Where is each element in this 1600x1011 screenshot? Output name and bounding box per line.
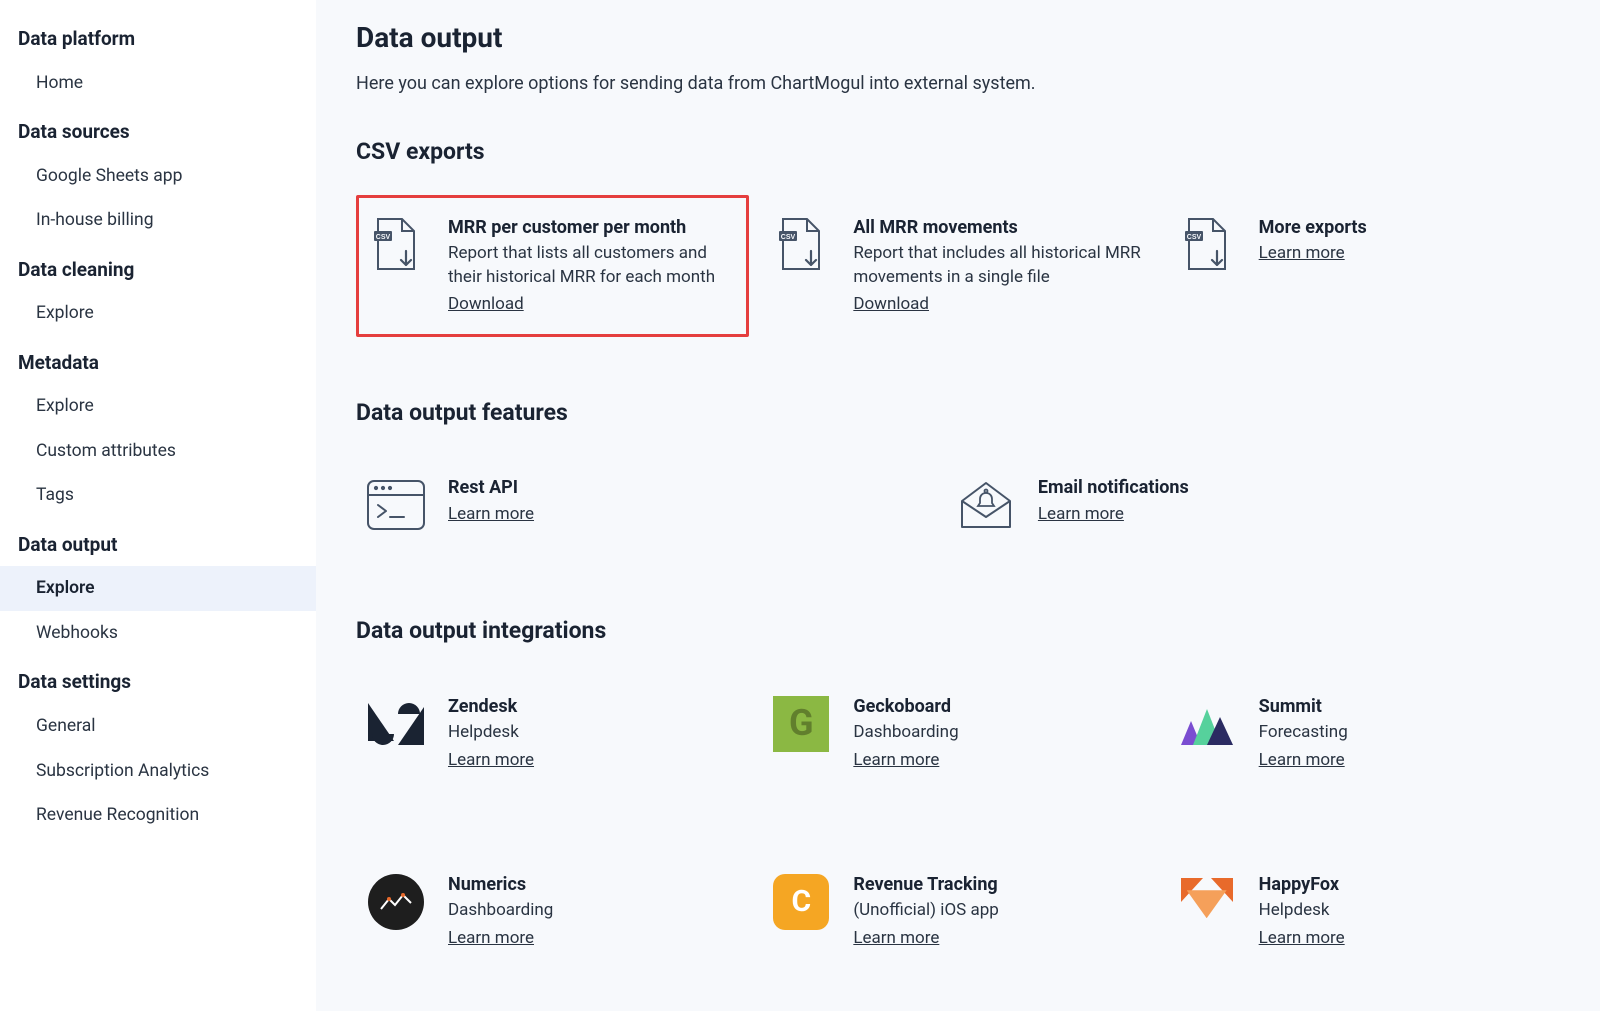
- svg-text:CSV: CSV: [781, 234, 796, 241]
- sidebar-item-revenue-recognition[interactable]: Revenue Recognition: [0, 793, 316, 838]
- card-zendesk: ZendeskHelpdesk Learn more: [356, 674, 749, 793]
- card-email-notifications: Email notifications Learn more: [946, 455, 1524, 555]
- sidebar-group-title: Data cleaning: [0, 257, 316, 292]
- zendesk-icon: [368, 703, 424, 745]
- learn-more-link[interactable]: Learn more: [1259, 927, 1345, 951]
- learn-more-link[interactable]: Learn more: [853, 927, 939, 951]
- sidebar-item-google-sheets-app[interactable]: Google Sheets app: [0, 154, 316, 199]
- svg-text:CSV: CSV: [376, 234, 391, 241]
- learn-more-link[interactable]: Learn more: [448, 503, 534, 527]
- page-title: Data output: [356, 18, 1560, 57]
- sidebar-item-subscription-analytics[interactable]: Subscription Analytics: [0, 749, 316, 794]
- sidebar-item-in-house-billing[interactable]: In-house billing: [0, 198, 316, 243]
- card-title: Revenue Tracking: [853, 872, 1144, 897]
- page-description: Here you can explore options for sending…: [356, 71, 1560, 96]
- download-link[interactable]: Download: [853, 293, 929, 317]
- card-description: Helpdesk: [448, 721, 739, 745]
- card-happyfox: HappyFoxHelpdesk Learn more: [1167, 852, 1560, 971]
- integrations-title: Data output integrations: [356, 615, 1560, 647]
- card-title: Email notifications: [1038, 475, 1514, 500]
- email-bell-icon: [956, 475, 1016, 535]
- integrations-row-2: NumericsDashboarding Learn more C Revenue T…: [356, 852, 1560, 971]
- terminal-icon: [366, 479, 426, 531]
- sidebar-group-title: Metadata: [0, 350, 316, 385]
- card-revenue-tracking: C Revenue Tracking(Unofficial) iOS app Lea…: [761, 852, 1154, 971]
- sidebar-item-general[interactable]: General: [0, 704, 316, 749]
- sidebar-item-explore[interactable]: Explore: [0, 566, 316, 611]
- card-title: Summit: [1259, 694, 1550, 719]
- card-description: Dashboarding: [448, 899, 739, 923]
- numerics-icon: [368, 874, 424, 930]
- sidebar-item-custom-attributes[interactable]: Custom attributes: [0, 429, 316, 474]
- card-mrr-per-customer-per-month: CSV MRR per customer per monthReport tha…: [356, 195, 749, 338]
- card-description: (Unofficial) iOS app: [853, 899, 1144, 923]
- card-geckoboard: G GeckoboardDashboarding Learn more: [761, 674, 1154, 793]
- learn-more-link[interactable]: Learn more: [1038, 503, 1124, 527]
- csv-exports-row: CSV MRR per customer per monthReport tha…: [356, 195, 1560, 338]
- sidebar-item-explore[interactable]: Explore: [0, 384, 316, 429]
- card-all-mrr-movements: CSV All MRR movementsReport that include…: [761, 195, 1154, 338]
- card-summit: SummitForecasting Learn more: [1167, 674, 1560, 793]
- card-title: MRR per customer per month: [448, 215, 739, 240]
- card-title: HappyFox: [1259, 872, 1550, 897]
- sidebar-item-tags[interactable]: Tags: [0, 473, 316, 518]
- features-title: Data output features: [356, 397, 1560, 429]
- csv-file-icon: CSV: [777, 217, 825, 273]
- sidebar-group-title: Data platform: [0, 26, 316, 61]
- download-link[interactable]: Download: [448, 293, 524, 317]
- sidebar-group-title: Data output: [0, 532, 316, 567]
- happyfox-icon: [1179, 878, 1235, 926]
- integrations-row-1: ZendeskHelpdesk Learn more G GeckoboardDash…: [356, 674, 1560, 793]
- geckoboard-icon: G: [773, 696, 829, 752]
- csv-file-icon: CSV: [1183, 217, 1231, 273]
- sidebar-group-title: Data settings: [0, 669, 316, 704]
- card-title: Numerics: [448, 872, 739, 897]
- csv-exports-title: CSV exports: [356, 136, 1560, 168]
- learn-more-link[interactable]: Learn more: [1259, 242, 1345, 266]
- card-description: Report that lists all customers and thei…: [448, 242, 739, 290]
- card-description: Report that includes all historical MRR …: [853, 242, 1144, 290]
- learn-more-link[interactable]: Learn more: [853, 749, 939, 773]
- card-more-exports: CSV More exportsLearn more: [1167, 195, 1560, 338]
- card-description: Dashboarding: [853, 721, 1144, 745]
- csv-file-icon: CSV: [372, 217, 420, 273]
- card-description: Helpdesk: [1259, 899, 1550, 923]
- features-row: Rest API Learn more Email notifications Le…: [356, 455, 1560, 555]
- main-content: Data output Here you can explore options…: [316, 0, 1600, 1011]
- svg-text:CSV: CSV: [1186, 234, 1201, 241]
- card-title: Zendesk: [448, 694, 739, 719]
- learn-more-link[interactable]: Learn more: [448, 749, 534, 773]
- card-description: Forecasting: [1259, 721, 1550, 745]
- sidebar-item-webhooks[interactable]: Webhooks: [0, 611, 316, 656]
- sidebar: Data platformHome Data sourcesGoogle Shee…: [0, 0, 316, 1011]
- summit-icon: [1179, 703, 1235, 745]
- sidebar-group-title: Data sources: [0, 119, 316, 154]
- card-numerics: NumericsDashboarding Learn more: [356, 852, 749, 971]
- learn-more-link[interactable]: Learn more: [448, 927, 534, 951]
- sidebar-item-home[interactable]: Home: [0, 61, 316, 106]
- card-title: All MRR movements: [853, 215, 1144, 240]
- card-title: Rest API: [448, 475, 924, 500]
- revenue-tracking-icon: C: [773, 874, 829, 930]
- sidebar-item-explore[interactable]: Explore: [0, 291, 316, 336]
- learn-more-link[interactable]: Learn more: [1259, 749, 1345, 773]
- card-rest-api: Rest API Learn more: [356, 455, 934, 555]
- card-title: Geckoboard: [853, 694, 1144, 719]
- card-title: More exports: [1259, 215, 1550, 240]
